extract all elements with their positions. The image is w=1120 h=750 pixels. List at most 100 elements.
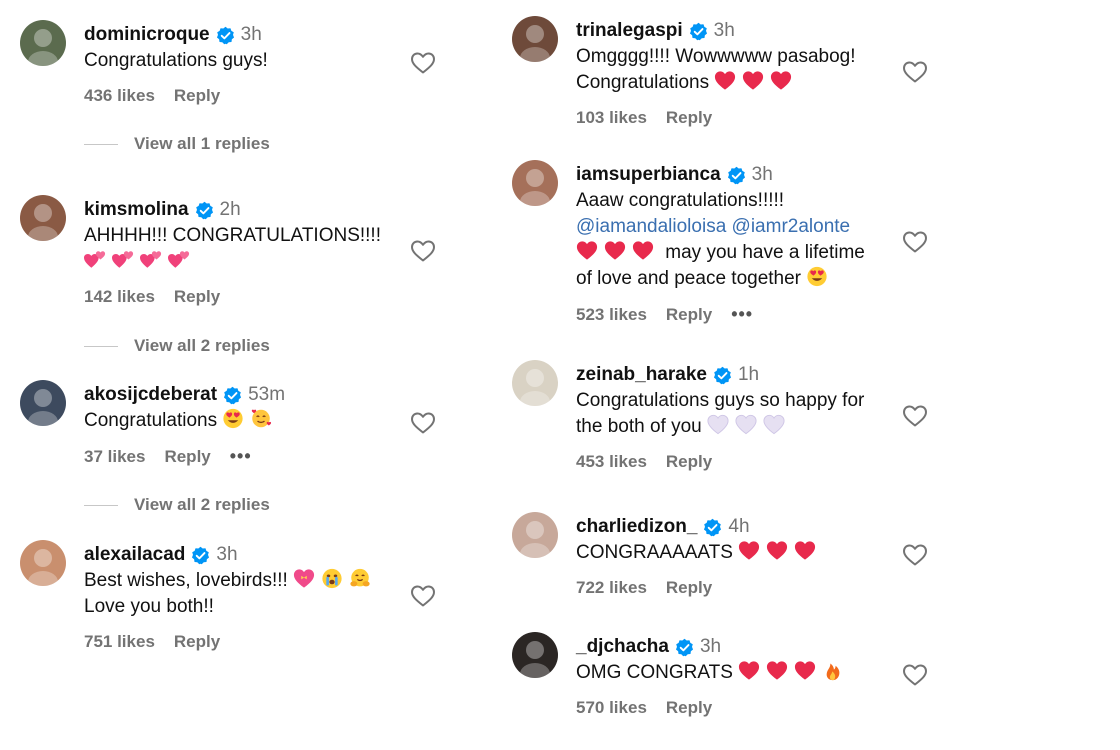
comment-actions: 523 likes Reply ••• (576, 304, 865, 325)
heart-ribbon-emoji-icon (293, 568, 315, 589)
mention-link[interactable]: @iamr2alonte (732, 216, 851, 237)
smiling-hearts-emoji-icon (250, 408, 272, 429)
comment-text-line: may you have a lifetime (576, 240, 865, 266)
username[interactable]: charliedizon_ (576, 516, 697, 538)
comment-header: charliedizon_ 4h (576, 514, 822, 540)
avatar[interactable] (512, 512, 558, 558)
comment-header: zeinab_harake 1h (576, 362, 864, 388)
comment-text: Congratulations guys! (84, 50, 268, 71)
like-heart-icon[interactable] (410, 411, 436, 435)
comment-text-line: Aaaw congratulations!!!!! (576, 188, 865, 214)
comment-header: alexailacad 3h (84, 542, 377, 568)
username[interactable]: alexailacad (84, 544, 185, 566)
avatar[interactable] (20, 540, 66, 586)
more-options-icon[interactable]: ••• (731, 304, 753, 325)
reply-button[interactable]: Reply (164, 447, 210, 467)
avatar[interactable] (512, 360, 558, 406)
like-heart-icon[interactable] (410, 239, 436, 263)
like-heart-icon[interactable] (902, 404, 928, 428)
comment-actions: 37 likes Reply ••• (84, 446, 285, 467)
reply-button[interactable]: Reply (666, 578, 712, 598)
comment-header: dominicroque 3h (84, 22, 268, 48)
mention-link[interactable]: @iamandalioloisa (576, 216, 726, 237)
comment-text: Omgggg!!!! Wowwwww pasabog! (576, 46, 856, 67)
timestamp: 3h (216, 544, 238, 565)
comment-text-line: Best wishes, lovebirds!!! (84, 568, 377, 594)
likes-count[interactable]: 37 likes (84, 447, 145, 467)
like-heart-icon[interactable] (902, 60, 928, 84)
avatar[interactable] (512, 160, 558, 206)
likes-count[interactable]: 142 likes (84, 287, 155, 307)
two-hearts-emoji-icon (84, 249, 106, 270)
view-replies-button[interactable]: View all 2 replies (84, 336, 270, 356)
avatar[interactable] (20, 380, 66, 426)
timestamp: 3h (699, 636, 722, 657)
replies-divider (84, 345, 118, 347)
username[interactable]: _djchacha (576, 636, 669, 658)
view-replies-button[interactable]: View all 1 replies (84, 134, 270, 154)
verified-badge-icon (703, 518, 722, 537)
like-heart-icon[interactable] (902, 230, 928, 254)
timestamp: 1h (737, 364, 760, 385)
view-replies-label: View all 2 replies (134, 336, 270, 355)
red-heart-emoji-icon (766, 660, 788, 681)
verified-badge-icon (727, 166, 746, 185)
avatar[interactable] (512, 632, 558, 678)
reply-button[interactable]: Reply (666, 108, 712, 128)
likes-count[interactable]: 436 likes (84, 86, 155, 106)
likes-count[interactable]: 722 likes (576, 578, 647, 598)
username[interactable]: trinalegaspi (576, 20, 683, 42)
avatar[interactable] (20, 20, 66, 66)
view-replies-button[interactable]: View all 2 replies (84, 495, 270, 515)
verified-badge-icon (689, 22, 708, 41)
username[interactable]: dominicroque (84, 24, 210, 46)
comment-text-line: Congratulations guys so happy for (576, 388, 864, 414)
comment-actions: 722 likes Reply (576, 578, 822, 598)
comment-actions: 453 likes Reply (576, 452, 864, 472)
verified-badge-icon (713, 366, 732, 385)
comment-text: may you have a lifetime (660, 242, 865, 263)
red-heart-emoji-icon (794, 540, 816, 561)
reply-button[interactable]: Reply (666, 305, 712, 325)
fire-emoji-icon (822, 660, 844, 681)
avatar[interactable] (512, 16, 558, 62)
comment-text: Love you both!! (84, 596, 214, 617)
like-heart-icon[interactable] (902, 543, 928, 567)
verified-badge-icon (223, 386, 242, 405)
comment-text: Congratulations (84, 410, 223, 431)
username[interactable]: zeinab_harake (576, 364, 707, 386)
red-heart-emoji-icon (770, 70, 792, 91)
comment-text: Congratulations (576, 72, 715, 93)
more-options-icon[interactable]: ••• (230, 446, 252, 467)
username[interactable]: kimsmolina (84, 199, 189, 221)
comment-header: kimsmolina 2h (84, 197, 381, 223)
two-hearts-emoji-icon (168, 249, 190, 270)
comment-header: iamsuperbianca 3h (576, 162, 865, 188)
username[interactable]: akosijcdeberat (84, 384, 217, 406)
red-heart-emoji-icon (766, 540, 788, 561)
reply-button[interactable]: Reply (174, 86, 220, 106)
white-heart-emoji-icon (735, 414, 757, 435)
reply-button[interactable]: Reply (666, 452, 712, 472)
avatar[interactable] (20, 195, 66, 241)
verified-badge-icon (191, 546, 210, 565)
like-heart-icon[interactable] (902, 663, 928, 687)
likes-count[interactable]: 103 likes (576, 108, 647, 128)
comment-text-line: Omgggg!!!! Wowwwww pasabog! (576, 44, 856, 70)
likes-count[interactable]: 751 likes (84, 632, 155, 652)
like-heart-icon[interactable] (410, 584, 436, 608)
like-heart-icon[interactable] (410, 51, 436, 75)
view-replies-label: View all 1 replies (134, 134, 270, 153)
username[interactable]: iamsuperbianca (576, 164, 721, 186)
comment-text: OMG CONGRATS (576, 662, 739, 683)
crying-face-emoji-icon (321, 568, 343, 589)
heart-eyes-emoji-icon (806, 266, 828, 287)
reply-button[interactable]: Reply (174, 287, 220, 307)
comment-body: charliedizon_ 4h CONGRAAAAATS 722 likes Rep… (576, 514, 822, 598)
comment-text-line: Love you both!! (84, 594, 377, 620)
reply-button[interactable]: Reply (174, 632, 220, 652)
likes-count[interactable]: 453 likes (576, 452, 647, 472)
likes-count[interactable]: 570 likes (576, 698, 647, 718)
likes-count[interactable]: 523 likes (576, 305, 647, 325)
reply-button[interactable]: Reply (666, 698, 712, 718)
